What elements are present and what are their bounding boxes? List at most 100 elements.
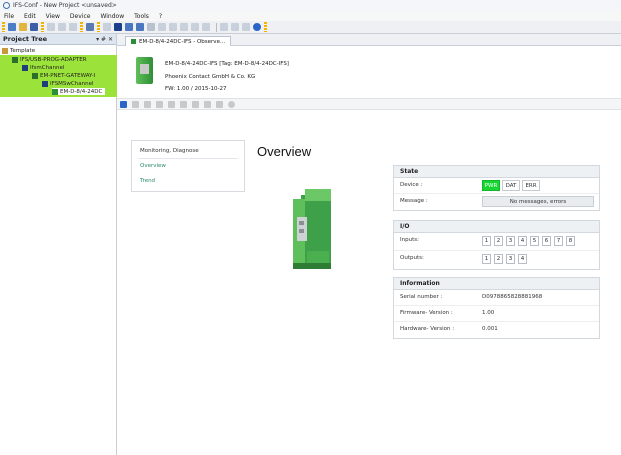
disconnect-icon[interactable] (58, 23, 66, 31)
device-image (293, 189, 331, 269)
parameter-p-icon[interactable] (158, 23, 166, 31)
refresh-icon[interactable] (180, 23, 188, 31)
output-2: 2 (494, 254, 503, 264)
state-header: State (394, 166, 599, 178)
tree-item-device-selected[interactable]: EM-D-8/4-24DC (52, 88, 106, 95)
edit-icon[interactable] (202, 23, 210, 31)
input-1: 1 (482, 236, 491, 246)
tree-item-adapter[interactable]: IFS/USB-PROG-ADAPTER (12, 56, 87, 63)
hardware-row: Hardware- Version : 0.001 (394, 322, 599, 338)
device-info-header: EM-D-8/4-24DC-IFS [Tag: EM-D-8/4-24DC-IF… (117, 46, 621, 98)
firmware-row: Firmware- Version : 1.00 (394, 306, 599, 322)
io-card: I/O Inputs: 1 2 3 4 5 6 7 8 Outputs: 1 2… (393, 220, 600, 270)
arrow-icon[interactable] (69, 23, 77, 31)
input-2: 2 (494, 236, 503, 246)
play-icon[interactable] (103, 23, 111, 31)
outputs-label: Outputs: (400, 255, 424, 261)
project-tree-header: Project Tree ▾ # ✕ (0, 34, 116, 45)
compare-icon[interactable] (204, 100, 211, 108)
device-label: Device : (400, 182, 423, 188)
device-view-icon[interactable] (120, 100, 127, 108)
menu-tools[interactable]: Tools (134, 13, 149, 20)
open-folder-icon[interactable] (19, 23, 27, 31)
tree-item-sw-channel[interactable]: IFSMSwChannel (42, 80, 94, 87)
nav-divider (138, 158, 238, 159)
refresh-all-icon[interactable] (191, 23, 199, 31)
print-icon[interactable] (242, 23, 250, 31)
information-header: Information (394, 278, 599, 290)
compare-icon[interactable] (147, 23, 155, 31)
menu-help[interactable]: ? (159, 13, 162, 20)
upload-icon[interactable] (180, 100, 187, 108)
serial-label: Serial number : (400, 294, 443, 300)
window-icon[interactable] (86, 23, 94, 31)
tools-icon[interactable] (168, 100, 175, 108)
skip-icon[interactable] (156, 100, 163, 108)
toolbar-grip-3[interactable] (80, 22, 83, 32)
window-title: IFS-Conf - New Project <unsaved> (13, 2, 117, 9)
play-icon[interactable] (132, 100, 139, 108)
input-5: 5 (530, 236, 539, 246)
connect-icon[interactable] (47, 23, 55, 31)
menu-view[interactable]: View (46, 13, 60, 20)
serial-value: D0978865828881968 (482, 294, 543, 300)
toolbar-grip-4[interactable] (97, 22, 100, 32)
panel-controls[interactable]: ▾ # ✕ (96, 36, 113, 43)
new-project-icon[interactable] (8, 23, 16, 31)
led-pwr: PWR (482, 180, 500, 191)
gateway-icon (32, 72, 38, 79)
tree-item-ifsm-channel[interactable]: IfsmChannel (22, 64, 64, 71)
toolbar-grip[interactable] (2, 22, 5, 32)
app-icon (3, 2, 10, 9)
nav-overview[interactable]: Overview (140, 163, 166, 169)
parameter-p-minus-icon[interactable] (169, 23, 177, 31)
menu-window[interactable]: Window (100, 13, 124, 20)
tree-item-gateway[interactable]: EM-PNET-GATEWAY-I (32, 72, 95, 79)
project-tree-title: Project Tree (3, 35, 48, 43)
menu-device[interactable]: Device (70, 13, 91, 20)
info-icon[interactable] (253, 23, 261, 31)
inputs-label: Inputs: (400, 237, 419, 243)
device-firmware: FW: 1.00 / 2015-10-27 (165, 86, 227, 92)
channel-icon (22, 64, 28, 71)
nav-monitoring[interactable]: Monitoring, Diagnose (140, 148, 199, 154)
menu-edit[interactable]: Edit (24, 13, 36, 20)
document-tab[interactable]: EM-D-8/4-24DC-IFS - Observe... (125, 36, 232, 46)
tree-item-template[interactable]: Template (2, 47, 35, 54)
list-icon[interactable] (220, 23, 228, 31)
toolbar-grip-5[interactable] (264, 22, 267, 32)
device-vendor: Phoenix Contact GmbH & Co. KG (165, 74, 256, 80)
firmware-label: Firmware- Version : (400, 310, 453, 316)
download-icon[interactable] (192, 100, 199, 108)
hardware-label: Hardware- Version : (400, 326, 455, 332)
led-err: ERR (522, 180, 540, 191)
nav-trend[interactable]: Trend (140, 178, 155, 184)
menu-file[interactable]: File (4, 13, 14, 20)
network-icon[interactable] (216, 100, 223, 108)
device-thumbnail (136, 57, 153, 84)
device-icon (52, 88, 58, 95)
project-tree-panel: Project Tree ▾ # ✕ (0, 34, 117, 455)
device-toolbar (117, 98, 621, 110)
info-icon[interactable] (228, 100, 235, 108)
information-card: Information Serial number : D09788658288… (393, 277, 600, 339)
serial-row: Serial number : D0978865828881968 (394, 290, 599, 306)
pause-icon[interactable] (114, 23, 122, 31)
outputs-row: Outputs: 1 2 3 4 (394, 251, 599, 269)
toolbar-grip-2[interactable] (41, 22, 44, 32)
device-row: Device : PWR DAT ERR (394, 178, 599, 194)
network-icon[interactable] (231, 23, 239, 31)
save-icon[interactable] (30, 23, 38, 31)
hardware-value: 0.001 (482, 326, 498, 332)
download-icon[interactable] (136, 23, 144, 31)
folder-icon (2, 47, 8, 54)
inputs-row: Inputs: 1 2 3 4 5 6 7 8 (394, 233, 599, 251)
adapter-icon (12, 56, 18, 63)
upload-icon[interactable] (125, 23, 133, 31)
message-row: Message : No messages, errors (394, 194, 599, 210)
document-tab-bar: EM-D-8/4-24DC-IFS - Observe... (117, 34, 621, 46)
toolbar-separator (216, 22, 217, 32)
input-4: 4 (518, 236, 527, 246)
step-icon[interactable] (144, 100, 151, 108)
input-8: 8 (566, 236, 575, 246)
